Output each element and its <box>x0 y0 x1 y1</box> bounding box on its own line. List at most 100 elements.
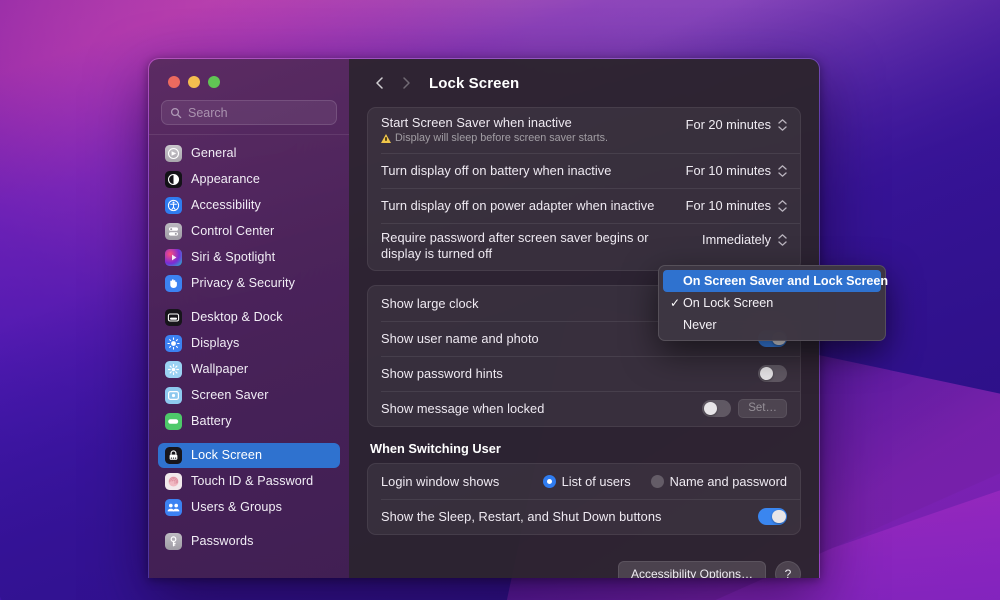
row-label: Show the Sleep, Restart, and Shut Down b… <box>381 508 662 524</box>
popup-value: For 20 minutes <box>685 117 771 132</box>
dropdown-item-never[interactable]: Never <box>663 314 881 336</box>
accessibility-options-button[interactable]: Accessibility Options… <box>617 561 766 578</box>
login-window-radio-group: List of users Name and password <box>542 473 787 489</box>
sidebar-item-general[interactable]: General <box>158 141 340 166</box>
zoom-button[interactable] <box>208 76 220 88</box>
sidebar-item-passwords[interactable]: Passwords <box>158 529 340 554</box>
battery-icon <box>165 412 182 430</box>
dropdown-item-on-lock-screen[interactable]: ✓ On Lock Screen <box>663 292 881 314</box>
popup-value: Immediately <box>702 232 771 247</box>
window-controls <box>149 59 349 88</box>
show-sleep-restart-shutdown-toggle[interactable] <box>758 508 787 525</box>
back-button[interactable] <box>367 70 393 96</box>
display-off-power-popup[interactable]: For 10 minutes <box>686 198 787 213</box>
forward-button[interactable] <box>393 70 419 96</box>
sidebar-item-users-groups[interactable]: Users & Groups <box>158 495 340 520</box>
start-screen-saver-popup[interactable]: For 20 minutes <box>686 108 787 132</box>
radio-button[interactable] <box>650 474 664 488</box>
sidebar-item-control-center[interactable]: Control Center <box>158 219 340 244</box>
lock-screen-icon <box>165 446 182 464</box>
radio-label: Name and password <box>669 473 787 489</box>
row-label: Turn display off on battery when inactiv… <box>381 163 612 178</box>
appearance-icon <box>165 170 182 188</box>
sidebar-item-label: Privacy & Security <box>191 276 295 290</box>
radio-option-name-and-password[interactable]: Name and password <box>650 473 787 489</box>
sidebar-item-label: Control Center <box>191 224 275 238</box>
sidebar-item-label: Appearance <box>191 172 260 186</box>
sidebar-item-appearance[interactable]: Appearance <box>158 167 340 192</box>
show-message-when-locked-toggle[interactable] <box>702 400 732 417</box>
row-start-screen-saver: Start Screen Saver when inactive Display… <box>368 108 800 153</box>
row-show-message-when-locked: Show message when locked Set… <box>368 390 800 426</box>
control-center-icon <box>165 222 182 240</box>
sidebar-item-privacy-security[interactable]: Privacy & Security <box>158 271 340 296</box>
sidebar-item-label: General <box>191 146 237 160</box>
help-button[interactable]: ? <box>775 561 801 578</box>
sidebar-group-4: Passwords <box>158 529 340 554</box>
row-label: Turn display off on power adapter when i… <box>381 198 655 213</box>
row-label: Show large clock <box>381 295 479 311</box>
toggle-knob <box>703 401 718 415</box>
minimize-button[interactable] <box>188 76 200 88</box>
toggle-knob <box>759 366 773 380</box>
sidebar-item-label: Touch ID & Password <box>191 474 314 488</box>
stepper-icon <box>778 164 787 177</box>
show-password-hints-toggle[interactable] <box>758 365 787 382</box>
search-container: Search <box>149 88 349 134</box>
stepper-icon <box>778 233 787 246</box>
switching-user-card: Login window shows List of users Name an… <box>367 462 801 535</box>
warning-triangle-icon <box>381 133 391 143</box>
sidebar-item-displays[interactable]: Displays <box>158 331 340 356</box>
display-off-battery-popup[interactable]: For 10 minutes <box>686 163 787 178</box>
section-title-when-switching-user: When Switching User <box>370 440 501 456</box>
sidebar-item-label: Siri & Spotlight <box>191 250 276 264</box>
sidebar-item-desktop-dock[interactable]: Desktop & Dock <box>158 305 340 330</box>
touch-id-icon <box>165 472 182 490</box>
close-button[interactable] <box>168 76 180 88</box>
stepper-icon <box>778 118 787 131</box>
radio-option-list-of-users[interactable]: List of users <box>542 474 631 489</box>
row-show-sleep-restart-shutdown: Show the Sleep, Restart, and Shut Down b… <box>368 498 800 534</box>
radio-button[interactable] <box>542 474 556 488</box>
row-show-password-hints: Show password hints <box>368 355 800 391</box>
sidebar-item-siri-spotlight[interactable]: Siri & Spotlight <box>158 245 340 270</box>
row-display-off-battery: Turn display off on battery when inactiv… <box>368 153 800 188</box>
set-message-button[interactable]: Set… <box>738 398 787 418</box>
sidebar-item-accessibility[interactable]: Accessibility <box>158 193 340 218</box>
search-input[interactable]: Search <box>161 100 337 125</box>
sidebar-item-label: Battery <box>191 414 232 428</box>
siri-icon <box>165 248 182 266</box>
row-label: Login window shows <box>381 473 500 489</box>
screen-saver-icon <box>165 386 182 404</box>
sidebar-group-3: Lock Screen Touch ID & Password Users & … <box>158 442 340 520</box>
show-password-hints-control <box>758 365 787 382</box>
chevron-right-icon <box>403 77 410 89</box>
sidebar-item-label: Desktop & Dock <box>191 310 283 324</box>
sidebar-item-battery[interactable]: Battery <box>158 409 340 434</box>
sidebar-group-2: Desktop & Dock Displays Wallpaper Screen… <box>158 305 340 434</box>
require-password-popup[interactable]: Immediately <box>702 223 787 247</box>
row-label: Show user name and photo <box>381 330 539 346</box>
row-login-window-shows: Login window shows List of users Name an… <box>368 464 800 499</box>
desktop-dock-icon <box>165 308 182 326</box>
users-groups-icon <box>165 498 182 516</box>
sidebar-item-screen-saver[interactable]: Screen Saver <box>158 383 340 408</box>
footer-buttons: Accessibility Options… ? <box>617 561 801 578</box>
dropdown-check-icon: ✓ <box>670 296 681 310</box>
toggle-knob <box>772 509 786 523</box>
sidebar-item-lock-screen[interactable]: Lock Screen <box>158 442 340 468</box>
passwords-icon <box>165 532 182 550</box>
warning-text: Display will sleep before screen saver s… <box>395 132 609 144</box>
privacy-icon <box>165 274 182 292</box>
sidebar-item-label: Wallpaper <box>191 362 249 376</box>
dropdown-item-on-screen-saver-and-lock-screen[interactable]: On Screen Saver and Lock Screen <box>663 270 888 292</box>
timing-settings-card: Start Screen Saver when inactive Display… <box>367 107 801 271</box>
sidebar-item-wallpaper[interactable]: Wallpaper <box>158 357 340 382</box>
row-warning: Display will sleep before screen saver s… <box>381 132 608 144</box>
dropdown-item-label: On Lock Screen <box>683 296 774 310</box>
detail-body: Start Screen Saver when inactive Display… <box>349 107 819 578</box>
sidebar-item-touch-id-password[interactable]: Touch ID & Password <box>158 469 340 494</box>
stepper-icon <box>778 199 787 212</box>
sidebar-list: General Appearance Accessibility Control… <box>149 135 349 579</box>
accessibility-icon <box>165 196 182 214</box>
